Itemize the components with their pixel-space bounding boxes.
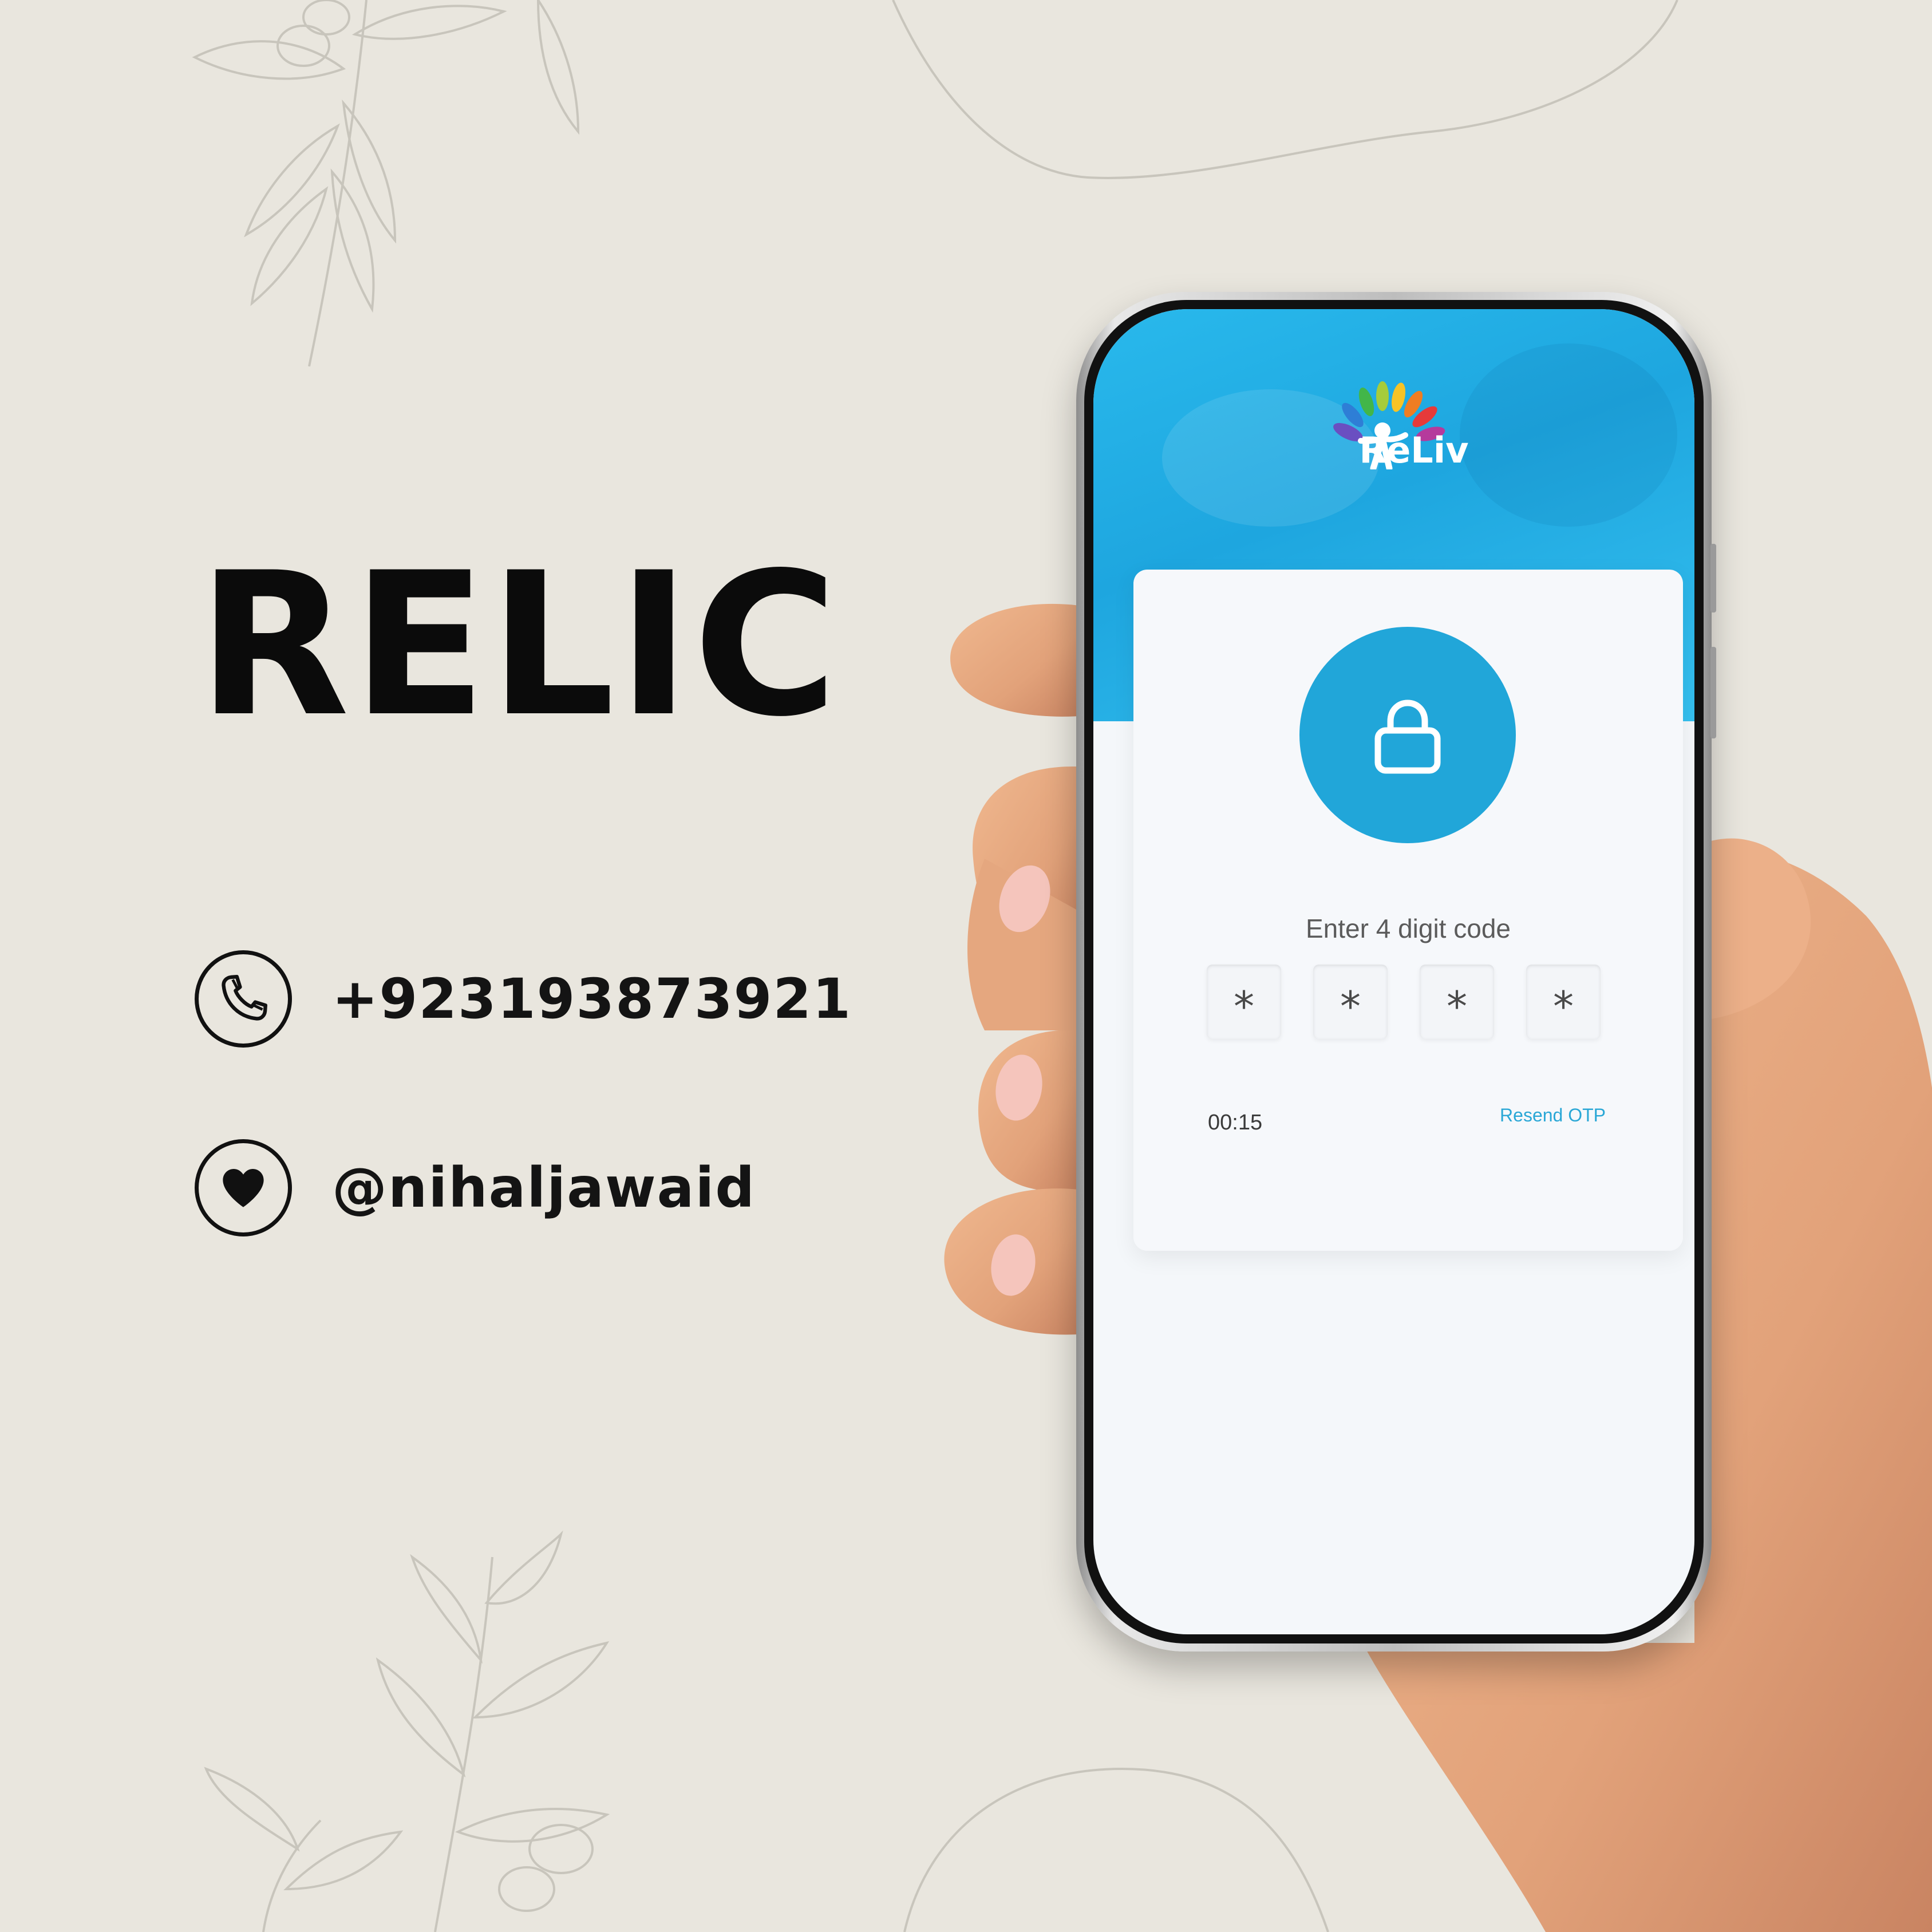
otp-prompt: Enter 4 digit code — [1305, 914, 1511, 943]
app-logo-text: ReLiv — [1359, 429, 1469, 471]
otp-digit-input[interactable]: * — [1313, 965, 1388, 1039]
phone-device: ReLiv Enter 4 digit code * * * * 00:15 R… — [1076, 292, 1716, 1652]
phone-bezel: ReLiv Enter 4 digit code * * * * 00:15 R… — [1084, 300, 1704, 1643]
lock-badge — [1299, 627, 1516, 843]
phone-side-button — [1710, 544, 1716, 613]
resend-otp-link[interactable]: Resend OTP — [1500, 1105, 1606, 1126]
phone-screen: ReLiv Enter 4 digit code * * * * 00:15 R… — [1093, 309, 1694, 1634]
phone-volume-button — [1710, 647, 1716, 738]
otp-input-group: * * * * — [1207, 965, 1601, 1039]
otp-timer: 00:15 — [1208, 1111, 1263, 1135]
app-logo: ReLiv — [1093, 378, 1694, 471]
otp-digit-input[interactable]: * — [1207, 965, 1281, 1039]
lock-icon — [1374, 700, 1441, 774]
otp-card: Enter 4 digit code * * * * 00:15 Resend … — [1133, 570, 1683, 1251]
otp-digit-input[interactable]: * — [1526, 965, 1601, 1039]
otp-digit-input[interactable]: * — [1420, 965, 1494, 1039]
